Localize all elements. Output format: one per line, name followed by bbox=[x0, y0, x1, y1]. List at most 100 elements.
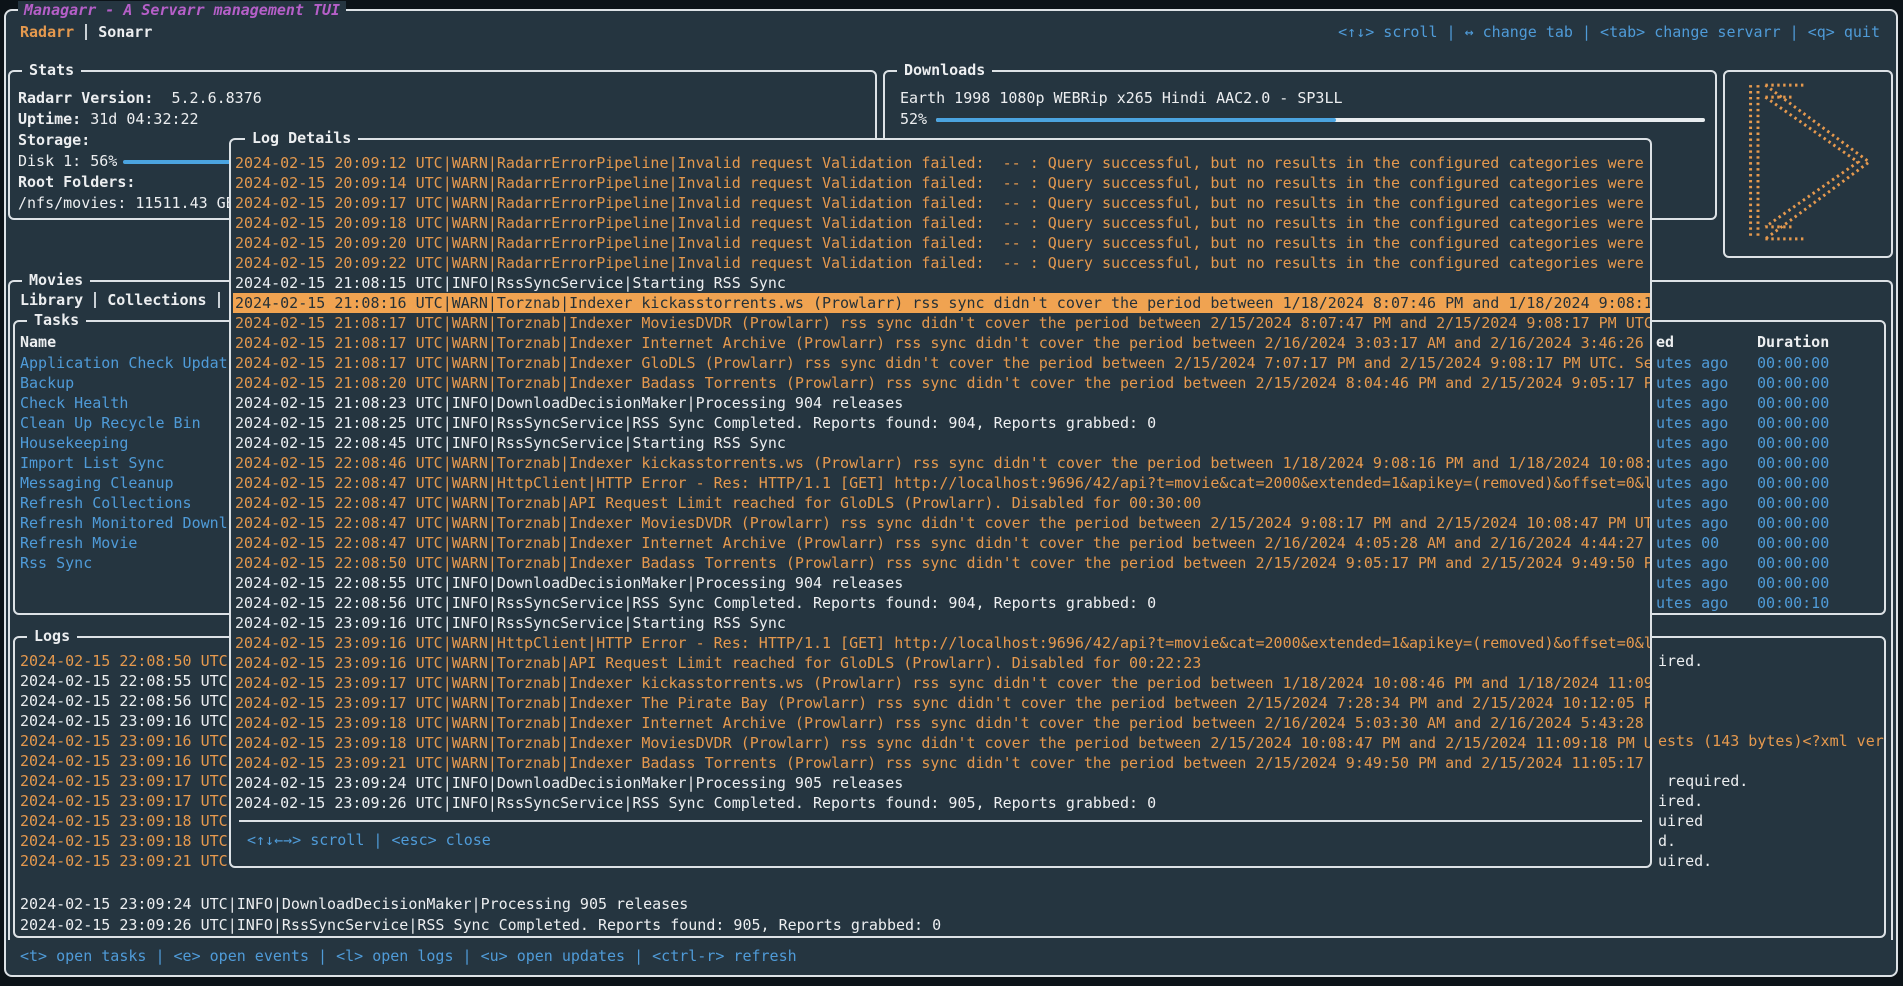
log-detail-line[interactable]: 2024-02-15 23:09:17 UTC|WARN|Torznab|Ind… bbox=[233, 693, 1650, 713]
app-title: Managarr - A Servarr management TUI bbox=[18, 1, 346, 19]
disk-progress-bar bbox=[123, 160, 231, 164]
log-tail: required. bbox=[1658, 771, 1748, 791]
log-detail-line[interactable]: 2024-02-15 23:09:16 UTC|WARN|Torznab|API… bbox=[233, 653, 1650, 673]
log-detail-line[interactable]: 2024-02-15 22:08:55 UTC|INFO|DownloadDec… bbox=[233, 573, 1650, 593]
task-row-name[interactable]: Backup bbox=[20, 373, 242, 393]
task-duration: 00:00:00 bbox=[1757, 533, 1829, 553]
task-row-values[interactable]: utes ago00:00:10 bbox=[1656, 593, 1728, 613]
uptime-label: Uptime: bbox=[18, 110, 81, 128]
task-row-name[interactable]: Rss Sync bbox=[20, 553, 242, 573]
log-detail-line[interactable]: 2024-02-15 20:09:20 UTC|WARN|RadarrError… bbox=[233, 233, 1650, 253]
log-detail-line[interactable]: 2024-02-15 22:08:47 UTC|WARN|Torznab|API… bbox=[233, 493, 1650, 513]
log-detail-line[interactable]: 2024-02-15 21:08:20 UTC|WARN|Torznab|Ind… bbox=[233, 373, 1650, 393]
log-detail-line[interactable]: 2024-02-15 20:09:17 UTC|WARN|RadarrError… bbox=[233, 193, 1650, 213]
tab-divider bbox=[85, 24, 87, 40]
task-row-name[interactable]: Application Check Updat bbox=[20, 353, 242, 373]
log-detail-line[interactable]: 2024-02-15 23:09:24 UTC|INFO|DownloadDec… bbox=[233, 773, 1650, 793]
log-detail-line[interactable]: 2024-02-15 22:08:47 UTC|WARN|HttpClient|… bbox=[233, 473, 1650, 493]
log-timestamp[interactable]: 2024-02-15 23:09:17 UTC bbox=[20, 791, 228, 811]
task-last-execution: utes 00 bbox=[1656, 534, 1719, 552]
log-detail-line[interactable]: 2024-02-15 23:09:21 UTC|WARN|Torznab|Ind… bbox=[233, 753, 1650, 773]
tab-divider bbox=[218, 292, 220, 308]
task-row-values[interactable]: utes ago00:00:00 bbox=[1656, 573, 1728, 593]
log-list[interactable]: 2024-02-15 22:08:50 UTC2024-02-15 22:08:… bbox=[20, 651, 228, 871]
task-row-name[interactable]: Clean Up Recycle Bin bbox=[20, 413, 242, 433]
log-details-list[interactable]: 2024-02-15 20:09:12 UTC|WARN|RadarrError… bbox=[233, 153, 1650, 813]
log-timestamp[interactable]: 2024-02-15 23:09:16 UTC bbox=[20, 711, 228, 731]
log-line[interactable]: 2024-02-15 23:09:26 UTC|INFO|RssSyncServ… bbox=[20, 915, 941, 936]
log-detail-line[interactable]: 2024-02-15 21:08:23 UTC|INFO|DownloadDec… bbox=[233, 393, 1650, 413]
task-row-values[interactable]: utes ago00:00:00 bbox=[1656, 373, 1728, 393]
log-detail-line[interactable]: 2024-02-15 22:08:46 UTC|WARN|Torznab|Ind… bbox=[233, 453, 1650, 473]
log-detail-line[interactable]: 2024-02-15 22:08:45 UTC|INFO|RssSyncServ… bbox=[233, 433, 1650, 453]
log-detail-line[interactable]: 2024-02-15 23:09:26 UTC|INFO|RssSyncServ… bbox=[233, 793, 1650, 813]
task-row-values[interactable]: utes ago00:00:00 bbox=[1656, 473, 1728, 493]
tab-collections[interactable]: Collections bbox=[107, 291, 206, 309]
tab-radarr[interactable]: Radarr bbox=[20, 23, 74, 41]
log-timestamp[interactable]: 2024-02-15 23:09:17 UTC bbox=[20, 771, 228, 791]
log-detail-line[interactable]: 2024-02-15 20:09:12 UTC|WARN|RadarrError… bbox=[233, 153, 1650, 173]
task-row-values[interactable]: utes ago00:00:00 bbox=[1656, 433, 1728, 453]
log-tail: d. bbox=[1658, 831, 1676, 851]
task-row-name[interactable]: Housekeeping bbox=[20, 433, 242, 453]
servarr-tabs: Radarr Sonarr bbox=[20, 22, 152, 43]
task-row-values[interactable]: utes 0000:00:00 bbox=[1656, 533, 1728, 553]
log-detail-line[interactable]: 2024-02-15 21:08:25 UTC|INFO|RssSyncServ… bbox=[233, 413, 1650, 433]
task-row-name[interactable]: Import List Sync bbox=[20, 453, 242, 473]
version-label: Radarr Version: bbox=[18, 89, 153, 107]
logo-panel bbox=[1723, 70, 1893, 258]
task-last-execution: utes ago bbox=[1656, 594, 1728, 612]
task-row-name[interactable]: Refresh Monitored Downl bbox=[20, 513, 242, 533]
log-detail-line[interactable]: 2024-02-15 21:08:17 UTC|WARN|Torznab|Ind… bbox=[233, 313, 1650, 333]
log-detail-line[interactable]: 2024-02-15 20:09:14 UTC|WARN|RadarrError… bbox=[233, 173, 1650, 193]
log-detail-line[interactable]: 2024-02-15 23:09:18 UTC|WARN|Torznab|Ind… bbox=[233, 713, 1650, 733]
tab-library[interactable]: Library bbox=[20, 291, 83, 309]
tab-divider bbox=[94, 292, 96, 308]
log-timestamp[interactable]: 2024-02-15 23:09:18 UTC bbox=[20, 831, 228, 851]
log-detail-line[interactable]: 2024-02-15 20:09:22 UTC|WARN|RadarrError… bbox=[233, 253, 1650, 273]
log-detail-line[interactable]: 2024-02-15 20:09:18 UTC|WARN|RadarrError… bbox=[233, 213, 1650, 233]
task-row-values[interactable]: utes ago00:00:00 bbox=[1656, 353, 1728, 373]
download-item-title[interactable]: Earth 1998 1080p WEBRip x265 Hindi AAC2.… bbox=[885, 88, 1715, 109]
log-detail-line[interactable]: 2024-02-15 23:09:18 UTC|WARN|Torznab|Ind… bbox=[233, 733, 1650, 753]
task-last-execution: utes ago bbox=[1656, 434, 1728, 452]
log-detail-line[interactable]: 2024-02-15 22:08:47 UTC|WARN|Torznab|Ind… bbox=[233, 513, 1650, 533]
task-row-values[interactable]: utes ago00:00:00 bbox=[1656, 413, 1728, 433]
task-duration: 00:00:10 bbox=[1757, 593, 1829, 613]
log-timestamp[interactable]: 2024-02-15 22:08:56 UTC bbox=[20, 691, 228, 711]
log-detail-line[interactable]: 2024-02-15 22:08:47 UTC|WARN|Torznab|Ind… bbox=[233, 533, 1650, 553]
task-last-execution: utes ago bbox=[1656, 354, 1728, 372]
log-detail-line[interactable]: 2024-02-15 21:08:15 UTC|INFO|RssSyncServ… bbox=[233, 273, 1650, 293]
tab-sonarr[interactable]: Sonarr bbox=[98, 23, 152, 41]
log-detail-line[interactable]: 2024-02-15 22:08:50 UTC|WARN|Torznab|Ind… bbox=[233, 553, 1650, 573]
task-row-name[interactable]: Refresh Movie bbox=[20, 533, 242, 553]
log-detail-line[interactable]: 2024-02-15 23:09:16 UTC|INFO|RssSyncServ… bbox=[233, 613, 1650, 633]
top-keybinds: <↑↓> scroll | ↔ change tab | <tab> chang… bbox=[1338, 22, 1880, 43]
log-line[interactable]: 2024-02-15 23:09:24 UTC|INFO|DownloadDec… bbox=[20, 894, 941, 915]
log-timestamp[interactable]: 2024-02-15 23:09:21 UTC bbox=[20, 851, 228, 871]
log-timestamp[interactable]: 2024-02-15 22:08:50 UTC bbox=[20, 651, 228, 671]
task-row-name[interactable]: Refresh Collections bbox=[20, 493, 242, 513]
log-detail-line[interactable]: 2024-02-15 21:08:16 UTC|WARN|Torznab|Ind… bbox=[233, 293, 1650, 313]
task-row-values[interactable]: utes ago00:00:00 bbox=[1656, 513, 1728, 533]
log-tail: uired. bbox=[1658, 851, 1712, 871]
log-detail-line[interactable]: 2024-02-15 23:09:16 UTC|WARN|HttpClient|… bbox=[233, 633, 1650, 653]
task-list[interactable]: Application Check UpdatBackupCheck Healt… bbox=[20, 353, 242, 573]
log-timestamp[interactable]: 2024-02-15 23:09:18 UTC bbox=[20, 811, 228, 831]
log-timestamp[interactable]: 2024-02-15 23:09:16 UTC bbox=[20, 751, 228, 771]
task-row-name[interactable]: Check Health bbox=[20, 393, 242, 413]
version-value: 5.2.6.8376 bbox=[171, 89, 261, 107]
log-timestamp[interactable]: 2024-02-15 23:09:16 UTC bbox=[20, 731, 228, 751]
log-timestamp[interactable]: 2024-02-15 22:08:55 UTC bbox=[20, 671, 228, 691]
log-detail-line[interactable]: 2024-02-15 23:09:17 UTC|WARN|Torznab|Ind… bbox=[233, 673, 1650, 693]
task-row-values[interactable]: utes ago00:00:00 bbox=[1656, 553, 1728, 573]
log-detail-line[interactable]: 2024-02-15 21:08:17 UTC|WARN|Torznab|Ind… bbox=[233, 333, 1650, 353]
task-row-values[interactable]: utes ago00:00:00 bbox=[1656, 393, 1728, 413]
log-detail-line[interactable]: 2024-02-15 21:08:17 UTC|WARN|Torznab|Ind… bbox=[233, 353, 1650, 373]
task-row-name[interactable]: Messaging Cleanup bbox=[20, 473, 242, 493]
task-last-execution: utes ago bbox=[1656, 514, 1728, 532]
log-detail-line[interactable]: 2024-02-15 22:08:56 UTC|INFO|RssSyncServ… bbox=[233, 593, 1650, 613]
task-row-values[interactable]: utes ago00:00:00 bbox=[1656, 493, 1728, 513]
task-last-execution: utes ago bbox=[1656, 374, 1728, 392]
task-row-values[interactable]: utes ago00:00:00 bbox=[1656, 453, 1728, 473]
